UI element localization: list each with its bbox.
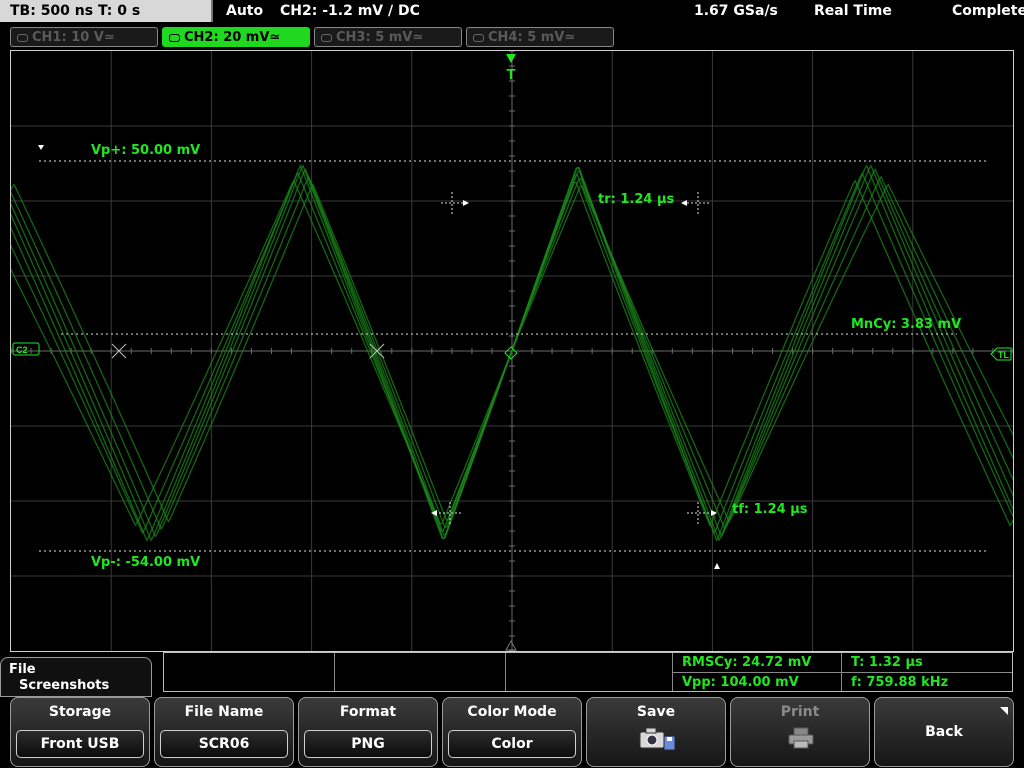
mean-cycle-readout: MnCy: 3.83 mV bbox=[851, 317, 962, 332]
save-button[interactable]: Save bbox=[586, 697, 726, 767]
softkey-caption: Print bbox=[780, 704, 820, 720]
channel-label: CH4: 5 mV≃ bbox=[488, 30, 576, 45]
channel-label: CH1: 10 V≃ bbox=[32, 30, 115, 45]
fall-time-readout: tf: 1.24 µs bbox=[732, 502, 808, 517]
vpp-readout: Vpp: 104.00 mV bbox=[682, 675, 799, 690]
storage-softkey[interactable]: Storage Front USB bbox=[10, 697, 150, 767]
back-button[interactable]: Back bbox=[874, 697, 1014, 767]
menu-title: File Screenshots bbox=[0, 657, 152, 697]
softkey-caption: Storage bbox=[48, 704, 112, 720]
frequency-readout: f: 759.88 kHz bbox=[851, 675, 949, 690]
softkey-caption: Color Mode bbox=[467, 704, 557, 720]
vp-plus-readout: Vp+: 50.00 mV bbox=[91, 143, 201, 158]
rise-time-readout: tr: 1.24 µs bbox=[598, 192, 675, 207]
trigger-marker-label: T bbox=[506, 66, 515, 83]
waveform-display[interactable]: T C2 TL Vp+: 50.00 mV Vp-: -54.00 mV tr:… bbox=[10, 50, 1014, 652]
vp-plus-marker-icon bbox=[38, 145, 44, 150]
trigger-bottom-marker-icon bbox=[505, 639, 517, 651]
corner-triangle-icon bbox=[1000, 707, 1008, 715]
color-mode-value[interactable]: Color bbox=[448, 730, 576, 758]
trigger-mode[interactable]: Auto bbox=[226, 3, 263, 19]
channel-on-icon bbox=[169, 33, 180, 42]
channel-label: CH2: 20 mV≃ bbox=[184, 30, 281, 45]
sample-rate: 1.67 GSa/s bbox=[694, 3, 778, 19]
camera-save-icon bbox=[639, 727, 676, 751]
softkey-caption: File Name bbox=[184, 704, 264, 720]
storage-value[interactable]: Front USB bbox=[16, 730, 144, 758]
status-bar: TB: 500 ns T: 0 s Auto CH2: -1.2 mV ∕ DC… bbox=[0, 0, 1024, 24]
format-softkey[interactable]: Format PNG bbox=[298, 697, 438, 767]
measurement-bar: RMSCy: 24.72 mV T: 1.32 µs Vpp: 104.00 m… bbox=[163, 652, 1013, 692]
period-readout: T: 1.32 µs bbox=[851, 655, 923, 670]
printer-icon bbox=[788, 727, 814, 749]
file-name-softkey[interactable]: File Name SCR06 bbox=[154, 697, 294, 767]
trigger-info[interactable]: CH2: -1.2 mV ∕ DC bbox=[280, 3, 420, 19]
format-value[interactable]: PNG bbox=[304, 730, 432, 758]
channel-tab-ch3[interactable]: CH3: 5 mV≃ bbox=[314, 27, 462, 47]
channel-off-icon bbox=[321, 33, 332, 42]
channel-marker-label: C2 bbox=[16, 345, 28, 355]
timebase-readout[interactable]: TB: 500 ns T: 0 s bbox=[0, 0, 213, 22]
menu-title-line1: File bbox=[9, 662, 36, 677]
trigger-level-label: TL bbox=[998, 350, 1009, 360]
rms-cycle-readout: RMSCy: 24.72 mV bbox=[682, 655, 812, 670]
channel-off-icon bbox=[17, 33, 28, 42]
channel-off-icon bbox=[473, 33, 484, 42]
trigger-position-icon[interactable] bbox=[506, 54, 516, 63]
softkey-caption: Back bbox=[925, 724, 963, 740]
channel-tab-ch2[interactable]: CH2: 20 mV≃ bbox=[162, 27, 310, 47]
rise-start-cursor-icon bbox=[441, 192, 463, 214]
softkey-caption: Format bbox=[339, 704, 397, 720]
vp-minus-readout: Vp-: -54.00 mV bbox=[91, 555, 201, 570]
print-button[interactable]: Print bbox=[730, 697, 870, 767]
rise-end-cursor-icon bbox=[687, 192, 709, 214]
channel-tab-ch4[interactable]: CH4: 5 mV≃ bbox=[466, 27, 614, 47]
vp-minus-marker-icon bbox=[714, 563, 720, 569]
color-mode-softkey[interactable]: Color Mode Color bbox=[442, 697, 582, 767]
channel-tab-ch1[interactable]: CH1: 10 V≃ bbox=[10, 27, 158, 47]
file-name-value[interactable]: SCR06 bbox=[160, 730, 288, 758]
softkey-caption: Save bbox=[636, 704, 676, 720]
acquisition-mode: Real Time bbox=[814, 3, 892, 19]
acquisition-state: Complete bbox=[952, 3, 1024, 19]
channel-label: CH3: 5 mV≃ bbox=[336, 30, 424, 45]
menu-title-line2: Screenshots bbox=[19, 678, 110, 693]
